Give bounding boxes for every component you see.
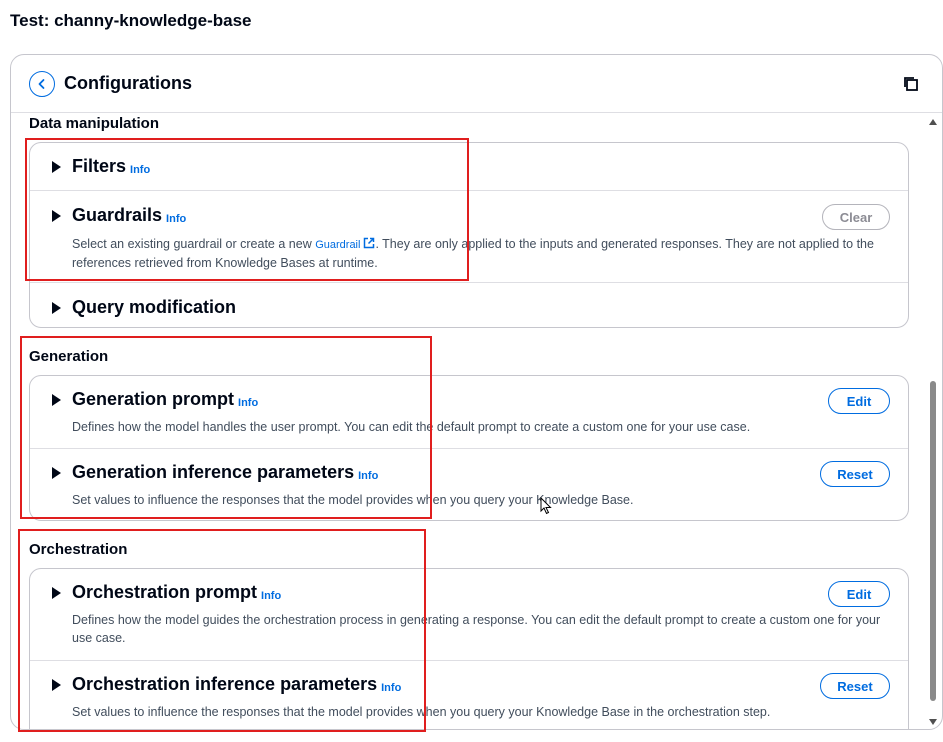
query-modification-row[interactable]: Query modification <box>30 282 908 329</box>
data-manipulation-card: Filters Info Guardrails Info Clear Select … <box>29 142 909 328</box>
chevron-left-icon <box>38 79 45 89</box>
caret-right-icon[interactable] <box>52 161 61 173</box>
orchestration-prompt-edit-button[interactable]: Edit <box>828 581 890 607</box>
section-label-data-manipulation: Data manipulation <box>29 115 160 132</box>
generation-inference-title[interactable]: Generation inference parameters Info <box>72 462 378 483</box>
scroll-down-arrow-icon[interactable] <box>929 719 937 725</box>
generation-inference-reset-button[interactable]: Reset <box>820 461 890 487</box>
configurations-content: Data manipulation Filters Info Guardrails… <box>11 113 942 729</box>
back-button[interactable] <box>29 71 55 97</box>
orchestration-prompt-description: Defines how the model guides the orchest… <box>72 613 881 645</box>
scroll-up-arrow-icon[interactable] <box>929 119 937 125</box>
orchestration-inference-info-link[interactable]: Info <box>381 682 401 694</box>
guardrails-desc-text-1: Select an existing guardrail or create a… <box>72 237 316 251</box>
scroll-thumb[interactable] <box>930 381 936 701</box>
caret-right-icon[interactable] <box>52 467 61 479</box>
configurations-panel: Configurations Data manipulation Filters… <box>10 54 943 730</box>
generation-prompt-info-link[interactable]: Info <box>238 397 258 409</box>
orchestration-inference-description: Set values to influence the responses th… <box>72 705 771 719</box>
filters-label: Filters <box>72 156 127 176</box>
guardrails-title[interactable]: Guardrails Info <box>72 205 186 226</box>
orchestration-inference-row: Orchestration inference parameters Info R… <box>30 660 908 729</box>
generation-inference-row: Generation inference parameters Info Rese… <box>30 448 908 522</box>
copy-icon[interactable] <box>902 75 920 93</box>
orchestration-inference-label: Orchestration inference parameters <box>72 674 378 694</box>
caret-right-icon[interactable] <box>52 302 61 314</box>
vertical-scrollbar[interactable] <box>927 115 939 729</box>
generation-inference-label: Generation inference parameters <box>72 462 355 482</box>
guardrails-label: Guardrails <box>72 205 163 225</box>
page-title: Test: channy-knowledge-base <box>10 11 252 30</box>
caret-right-icon[interactable] <box>52 210 61 222</box>
guardrail-link[interactable]: Guardrail <box>315 239 360 251</box>
external-link-icon[interactable] <box>363 237 375 249</box>
orchestration-inference-reset-button[interactable]: Reset <box>820 673 890 699</box>
orchestration-prompt-info-link[interactable]: Info <box>261 590 281 602</box>
query-modification-title[interactable]: Query modification <box>72 297 236 318</box>
generation-inference-info-link[interactable]: Info <box>358 470 378 482</box>
generation-prompt-label: Generation prompt <box>72 389 235 409</box>
filters-row[interactable]: Filters Info <box>30 143 908 190</box>
generation-prompt-title[interactable]: Generation prompt Info <box>72 389 258 410</box>
orchestration-prompt-title[interactable]: Orchestration prompt Info <box>72 582 281 603</box>
mouse-cursor-icon <box>540 497 552 515</box>
orchestration-prompt-label: Orchestration prompt <box>72 582 258 602</box>
guardrails-info-link[interactable]: Info <box>166 213 186 225</box>
generation-inference-description: Set values to influence the responses th… <box>72 493 634 507</box>
caret-right-icon[interactable] <box>52 394 61 406</box>
generation-prompt-edit-button[interactable]: Edit <box>828 388 890 414</box>
orchestration-prompt-row: Orchestration prompt Info Edit Defines ho… <box>30 569 908 660</box>
guardrails-description: Select an existing guardrail or create a… <box>72 235 892 272</box>
panel-title: Configurations <box>64 73 192 93</box>
section-label-generation: Generation <box>29 348 109 365</box>
generation-prompt-row: Generation prompt Info Edit Defines how t… <box>30 376 908 448</box>
caret-right-icon[interactable] <box>52 679 61 691</box>
panel-header: Configurations <box>11 55 942 113</box>
orchestration-inference-title[interactable]: Orchestration inference parameters Info <box>72 674 401 695</box>
filters-title[interactable]: Filters Info <box>72 156 150 177</box>
caret-right-icon[interactable] <box>52 587 61 599</box>
generation-card: Generation prompt Info Edit Defines how t… <box>29 375 909 521</box>
section-label-orchestration: Orchestration <box>29 541 128 558</box>
filters-info-link[interactable]: Info <box>130 164 150 176</box>
orchestration-card: Orchestration prompt Info Edit Defines ho… <box>29 568 909 729</box>
generation-prompt-description: Defines how the model handles the user p… <box>72 420 751 434</box>
clear-button[interactable]: Clear <box>822 204 890 230</box>
guardrails-row: Guardrails Info Clear Select an existing … <box>30 190 908 282</box>
